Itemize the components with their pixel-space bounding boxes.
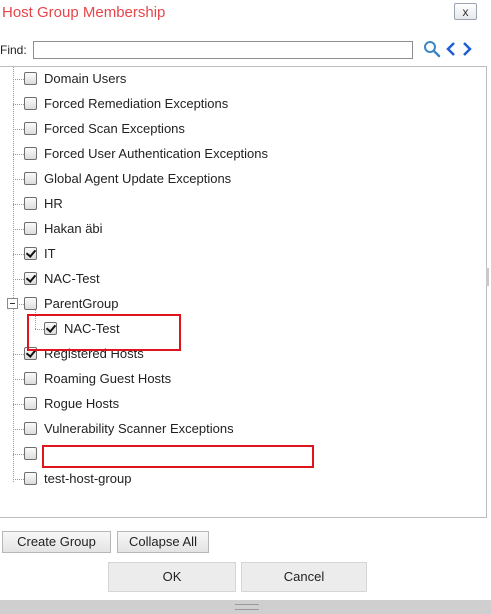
tree-item-checkbox[interactable]: [24, 397, 37, 410]
ok-button[interactable]: OK: [108, 562, 236, 592]
tree-item-checkbox[interactable]: [24, 247, 37, 260]
tree-item-label: IT: [44, 246, 56, 261]
tree-item-rogue-hosts[interactable]: Rogue Hosts: [0, 393, 480, 415]
previous-icon[interactable]: [446, 41, 456, 57]
tree-item-label: Domain Users: [44, 71, 127, 86]
tree-item-it[interactable]: IT: [0, 243, 480, 265]
tree-item-parentgroup[interactable]: ParentGroup: [0, 293, 480, 315]
dialog-titlebar: Host Group Membership x: [0, 0, 491, 26]
tree-item-checkbox[interactable]: [24, 172, 37, 185]
tree-item-checkbox[interactable]: [24, 472, 37, 485]
highlight-annotation-box: [27, 314, 181, 351]
tree-item-label: test-host-group: [44, 471, 132, 486]
close-button[interactable]: x: [454, 3, 477, 20]
tree-item-checkbox[interactable]: [24, 72, 37, 85]
cancel-button[interactable]: Cancel: [241, 562, 367, 592]
tree-item-nac-test[interactable]: NAC-Test: [0, 268, 480, 290]
tree-item-forced-user-auth-exceptions[interactable]: Forced User Authentication Exceptions: [0, 143, 480, 165]
tree-item-label: Hakan äbi: [44, 221, 103, 236]
tree-item-checkbox[interactable]: [24, 372, 37, 385]
tree-item-checkbox[interactable]: [24, 197, 37, 210]
find-label: Find:: [0, 43, 27, 57]
tree-item-vulnerability-scanner-exceptions[interactable]: Vulnerability Scanner Exceptions: [0, 418, 480, 440]
tree-item-checkbox[interactable]: [24, 447, 37, 460]
find-bar: Find:: [0, 39, 491, 61]
tree-item-checkbox[interactable]: [24, 272, 37, 285]
tree-item-label: Roaming Guest Hosts: [44, 371, 172, 386]
tree-item-label: Global Agent Update Exceptions: [44, 171, 232, 186]
tree-item-test-host-group[interactable]: test-host-group: [0, 468, 480, 490]
tree-item-label: Forced Remediation Exceptions: [44, 96, 229, 111]
tree-item-checkbox[interactable]: [24, 97, 37, 110]
collapse-all-button[interactable]: Collapse All: [117, 531, 209, 553]
create-group-button[interactable]: Create Group: [2, 531, 111, 553]
tree-item-label: Forced User Authentication Exceptions: [44, 146, 269, 161]
tree-item-domain-users[interactable]: Domain Users: [0, 68, 480, 90]
tree-item-label: NAC-Test: [44, 271, 100, 286]
tree-item-hr[interactable]: HR: [0, 193, 480, 215]
search-icon[interactable]: [423, 40, 441, 58]
tree-item-roaming-guest-hosts[interactable]: Roaming Guest Hosts: [0, 368, 480, 390]
tree-item-label: HR: [44, 196, 63, 211]
tree-item-checkbox[interactable]: [24, 122, 37, 135]
collapse-toggle-icon[interactable]: [7, 298, 18, 309]
tree-item-label: Forced Scan Exceptions: [44, 121, 185, 136]
tree-item-forced-scan-exceptions[interactable]: Forced Scan Exceptions: [0, 118, 480, 140]
resize-handle[interactable]: [486, 268, 489, 286]
tree-item-global-agent-update-exceptions[interactable]: Global Agent Update Exceptions: [0, 168, 480, 190]
find-input[interactable]: [33, 41, 413, 59]
tree-item-checkbox[interactable]: [24, 147, 37, 160]
tree-item-label: Vulnerability Scanner Exceptions: [44, 421, 234, 436]
tree-item-checkbox[interactable]: [24, 422, 37, 435]
resize-grip-icon[interactable]: [235, 604, 259, 610]
tree-item-label: ParentGroup: [44, 296, 119, 311]
next-icon[interactable]: [462, 41, 472, 57]
dialog-title: Host Group Membership: [2, 4, 166, 21]
tree-item-checkbox[interactable]: [24, 297, 37, 310]
tree-item-forced-remediation-exceptions[interactable]: Forced Remediation Exceptions: [0, 93, 480, 115]
tree-item-checkbox[interactable]: [24, 222, 37, 235]
tree-item-label: Rogue Hosts: [44, 396, 120, 411]
tree-item-hakan-abi[interactable]: Hakan äbi: [0, 218, 480, 240]
highlight-redaction-box: [42, 445, 314, 468]
